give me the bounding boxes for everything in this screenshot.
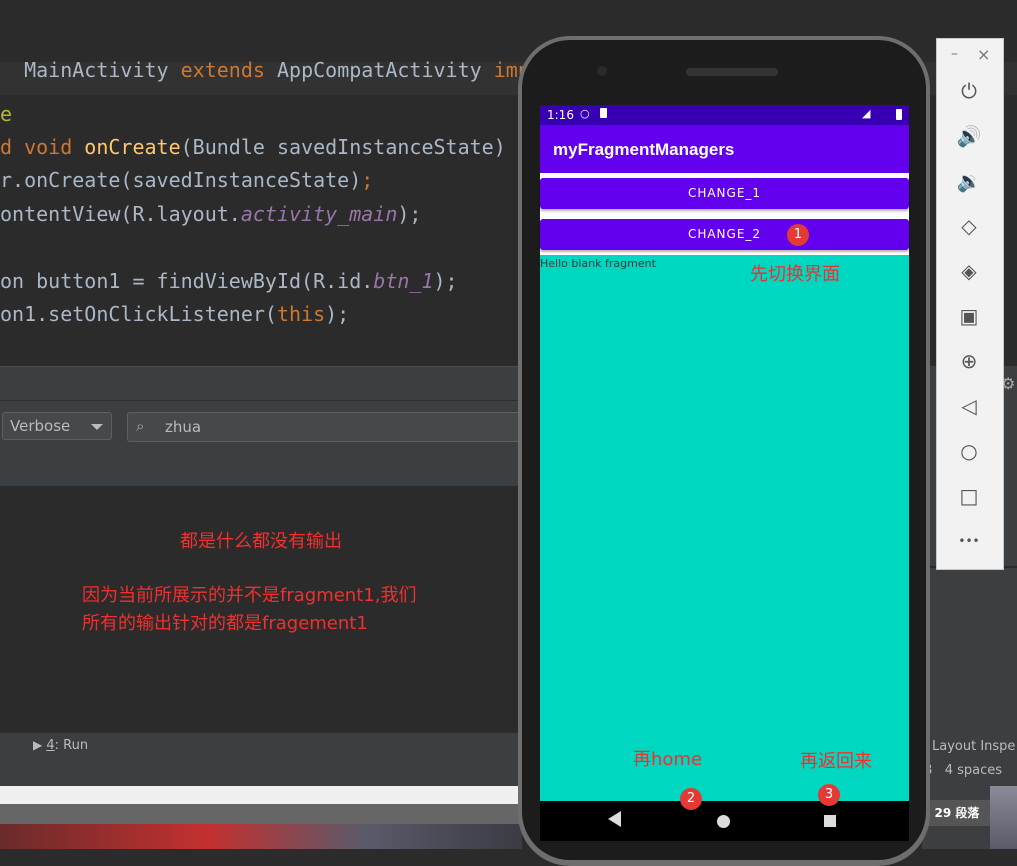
note-reason-line1: 因为当前所展示的并不是fragment1,我们 bbox=[82, 585, 417, 606]
nav-back-icon[interactable] bbox=[608, 811, 621, 827]
volume-up-icon[interactable]: 🔊 bbox=[948, 121, 990, 151]
layout-inspector-tab[interactable]: Layout Inspe bbox=[932, 739, 1015, 754]
logcat-header bbox=[0, 366, 522, 401]
step-1-badge: 1 bbox=[787, 224, 809, 246]
logcat-search-input[interactable]: ⌕ zhua bbox=[127, 412, 527, 442]
status-time: 1:16 bbox=[547, 108, 574, 122]
code-line-oncreate: d void onCreate(Bundle savedInstanceStat… bbox=[0, 135, 530, 159]
code-line-super: r.onCreate(savedInstanceState); bbox=[0, 168, 374, 192]
back-icon[interactable]: ◁ bbox=[948, 391, 990, 421]
fragment-text: Hello blank fragment bbox=[540, 257, 656, 270]
ide-status-bar bbox=[0, 760, 522, 786]
change-1-button[interactable]: CHANGE_1 bbox=[540, 178, 909, 209]
code-line-setcontentview: ontentView(R.layout.activity_main); bbox=[0, 202, 422, 226]
volume-down-icon[interactable]: 🔉 bbox=[948, 166, 990, 196]
sd-card-icon bbox=[600, 108, 607, 118]
taskbar-gray bbox=[0, 804, 522, 824]
overview-icon[interactable]: □ bbox=[948, 481, 990, 511]
note-reason-line2: 所有的输出针对的都是fragement1 bbox=[82, 613, 368, 634]
code-line-class: MainActivity extends AppCompatActivity i… bbox=[24, 58, 578, 82]
run-icon: ▶ bbox=[33, 738, 43, 752]
android-status-bar: 1:16 ○ ◢ bbox=[540, 105, 909, 125]
rotate-right-icon[interactable]: ◈ bbox=[948, 256, 990, 286]
wallpaper-edge bbox=[990, 786, 1017, 849]
note-nothing-output: 都是什么都没有输出 bbox=[180, 531, 342, 552]
log-level-select[interactable]: Verbose bbox=[2, 412, 112, 440]
change-2-button[interactable]: CHANGE_2 bbox=[540, 219, 909, 250]
code-line-listener: on1.setOnClickListener(this); bbox=[0, 302, 350, 326]
nav-recents-icon[interactable] bbox=[824, 815, 836, 827]
nav-home-icon[interactable] bbox=[717, 815, 730, 828]
app-title: myFragmentManagers bbox=[553, 140, 735, 159]
camera-icon bbox=[597, 66, 607, 76]
minimize-button[interactable]: – bbox=[951, 46, 958, 62]
step-3-badge: 3 bbox=[818, 784, 840, 806]
search-icon: ⌕ bbox=[136, 417, 145, 435]
note-then-home: 再home bbox=[633, 749, 703, 770]
search-value: zhua bbox=[165, 418, 202, 436]
note-switch-first: 先切换界面 bbox=[750, 264, 840, 285]
taskbar-strip bbox=[0, 786, 522, 804]
wifi-icon: ○ bbox=[580, 107, 590, 120]
zoom-icon[interactable]: ⊕ bbox=[948, 346, 990, 376]
log-level-value: Verbose bbox=[10, 417, 71, 435]
note-then-back: 再返回来 bbox=[800, 751, 872, 772]
app-bar: myFragmentManagers bbox=[540, 125, 909, 173]
code-line-annotation: e bbox=[0, 102, 13, 126]
close-button[interactable]: × bbox=[977, 45, 990, 64]
desktop-wallpaper bbox=[0, 824, 522, 849]
screenshot-icon[interactable]: ▣ bbox=[948, 301, 990, 331]
home-icon[interactable]: ○ bbox=[948, 436, 990, 466]
speaker-grille bbox=[686, 68, 778, 76]
code-line-findviewbyid: on button1 = findViewById(R.id.btn_1); bbox=[0, 269, 458, 293]
chevron-down-icon bbox=[91, 424, 103, 430]
signal-icon: ◢ bbox=[862, 107, 871, 120]
rotate-left-icon[interactable]: ◇ bbox=[948, 211, 990, 241]
power-icon[interactable]: ⏻ bbox=[948, 76, 990, 106]
indent-status[interactable]: 8 4 spaces bbox=[924, 763, 1002, 778]
more-icon[interactable]: ••• bbox=[948, 526, 990, 556]
run-tab[interactable]: ▶ 4: Run bbox=[33, 738, 88, 753]
paragraph-badge: 29 段落 bbox=[924, 800, 990, 826]
battery-icon bbox=[896, 109, 902, 120]
step-2-badge: 2 bbox=[680, 788, 702, 810]
